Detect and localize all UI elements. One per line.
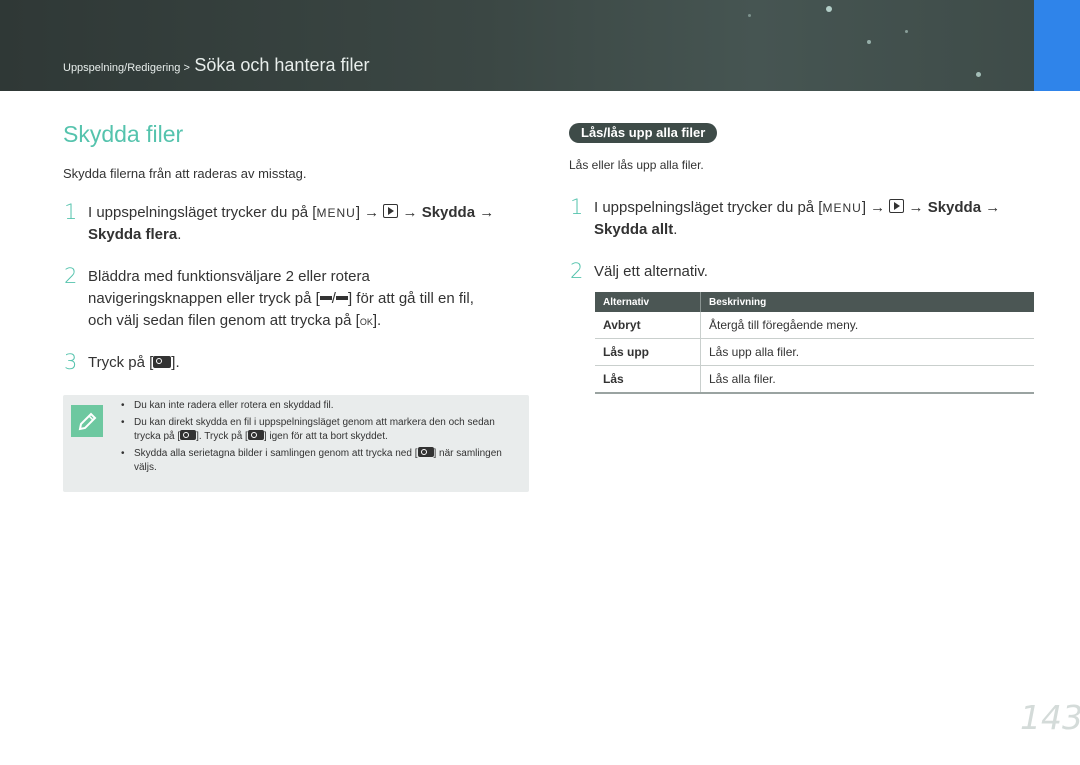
breadcrumb-current: Söka och hantera filer	[194, 55, 370, 75]
note-text: ] igen för att ta bort skyddet.	[263, 431, 388, 442]
page-number: 143	[1020, 698, 1080, 737]
options-table: Alternativ Beskrivning Avbryt Återgå til…	[595, 292, 1034, 394]
step-text: navigeringsknappen eller tryck på [	[88, 290, 320, 307]
note-item: Du kan inte radera eller rotera en skydd…	[121, 399, 521, 413]
header-banner: Uppspelning/Redigering > Söka och hanter…	[0, 0, 1080, 91]
menu-icon: MENU	[822, 201, 862, 215]
table-header-row: Alternativ Beskrivning	[595, 292, 1034, 312]
step-text: →	[398, 204, 422, 221]
decor-light	[867, 40, 871, 44]
option-cell: Lås	[595, 365, 701, 394]
step-text: ].	[372, 312, 382, 329]
right-step-1: 1 I uppspelningsläget trycker du på [MEN…	[570, 196, 1034, 241]
option-cell: Avbryt	[595, 312, 701, 339]
breadcrumb: Uppspelning/Redigering > Söka och hanter…	[63, 55, 369, 76]
navigation-right-icon	[335, 296, 348, 300]
protect-key-icon	[153, 356, 172, 368]
note-text: Skydda alla serietagna bilder i samlinge…	[134, 448, 418, 459]
section-intro: Lås eller lås upp alla filer.	[569, 158, 704, 172]
protect-key-icon	[417, 447, 434, 457]
step-text: ] →	[355, 204, 384, 221]
page-intro: Skydda filerna från att raderas av misst…	[63, 166, 307, 181]
step-text: .	[673, 221, 678, 238]
menu-path-protect: Skydda	[421, 204, 476, 221]
step-text: I uppspelningsläget trycker du på [	[88, 204, 317, 221]
note-pencil-icon	[71, 405, 103, 437]
decor-light	[976, 72, 981, 77]
description-cell: Lås alla filer.	[700, 365, 1034, 394]
table-row: Lås upp Lås upp alla filer.	[595, 338, 1034, 366]
step-1: 1 I uppspelningsläget trycker du på [MEN…	[64, 201, 528, 246]
menu-icon: MENU	[316, 206, 356, 220]
table-row: Avbryt Återgå till föregående meny.	[595, 312, 1034, 339]
protect-key-icon	[180, 430, 197, 440]
menu-path-protect-all: Skydda allt	[594, 221, 674, 238]
column-header-description: Beskrivning	[700, 292, 1034, 312]
ok-icon: OK	[359, 317, 373, 327]
note-text: ]. Tryck på [	[196, 431, 248, 442]
note-item: Skydda alla serietagna bilder i samlinge…	[121, 447, 521, 475]
step-number: 2	[570, 259, 584, 283]
step-number: 3	[64, 350, 78, 374]
page-title: Skydda filer	[63, 121, 184, 147]
step-text: I uppspelningsläget trycker du på [	[594, 199, 823, 216]
playback-icon	[889, 199, 905, 213]
right-step-2: 2 Välj ett alternativ.	[570, 260, 1034, 283]
step-text: ].	[171, 354, 180, 371]
section-tab[interactable]	[1034, 0, 1080, 91]
note-box: Du kan inte radera eller rotera en skydd…	[63, 395, 529, 492]
menu-path-protect: Skydda	[927, 199, 982, 216]
step-text: →	[475, 204, 495, 221]
step-number: 2	[64, 264, 78, 288]
option-cell: Lås upp	[595, 338, 701, 366]
protect-key-icon	[247, 430, 264, 440]
step-2: 2 Bläddra med funktionsväljare 2 eller r…	[64, 265, 528, 332]
step-text: och välj sedan filen genom att trycka på…	[88, 312, 360, 329]
section-heading: Lås/lås upp alla filer	[569, 123, 718, 143]
note-text: Du kan inte radera eller rotera en skydd…	[134, 400, 334, 411]
menu-path-protect-multiple: Skydda flera	[88, 226, 178, 243]
step-text: →	[904, 199, 928, 216]
note-list: Du kan inte radera eller rotera en skydd…	[121, 399, 521, 478]
playback-icon	[383, 204, 399, 218]
table-row: Lås Lås alla filer.	[595, 365, 1034, 394]
description-cell: Lås upp alla filer.	[700, 338, 1034, 366]
step-text: ] för att gå till en fil,	[347, 290, 474, 307]
decor-light	[905, 30, 908, 33]
decor-light	[748, 14, 751, 17]
step-number: 1	[570, 195, 584, 219]
step-text: →	[981, 199, 1001, 216]
step-text: Välj ett alternativ.	[594, 263, 708, 280]
decor-light	[826, 6, 832, 12]
breadcrumb-parent[interactable]: Uppspelning/Redigering >	[63, 62, 190, 74]
step-text: ] →	[861, 199, 890, 216]
step-text: Tryck på [	[88, 354, 154, 371]
step-text: .	[177, 226, 182, 243]
note-item: Du kan direkt skydda en fil i uppspelnin…	[121, 416, 521, 444]
description-cell: Återgå till föregående meny.	[700, 312, 1034, 339]
navigation-left-icon	[319, 296, 332, 300]
step-number: 1	[64, 200, 78, 224]
step-3: 3 Tryck på [].	[64, 351, 528, 374]
column-header-option: Alternativ	[595, 292, 701, 312]
step-text: Bläddra med funktionsväljare 2 eller rot…	[88, 268, 370, 285]
